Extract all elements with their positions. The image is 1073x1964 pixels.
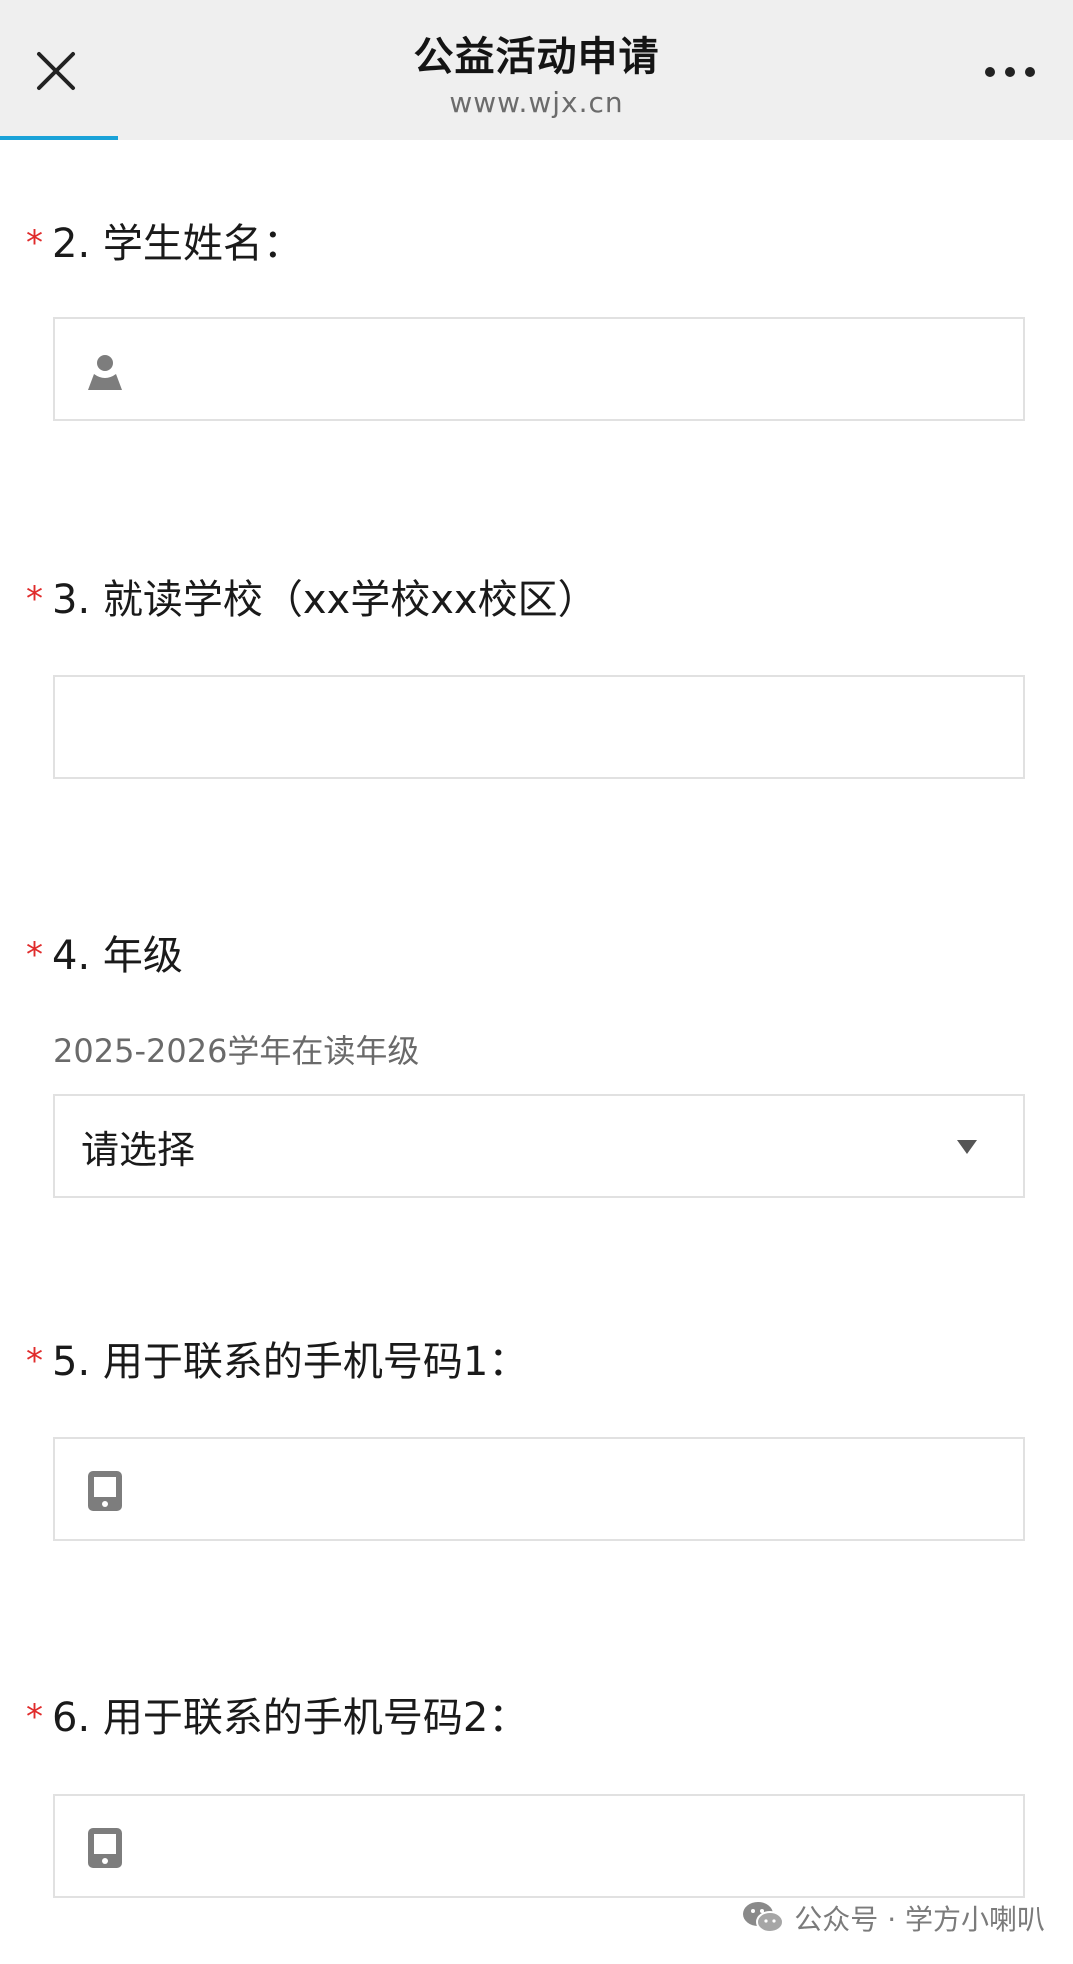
required-mark: * [26, 579, 43, 619]
more-dots-icon [985, 67, 1035, 77]
dropdown-arrow-icon [957, 1140, 977, 1154]
top-bar: 公益活动申请 www.wjx.cn [0, 0, 1073, 140]
more-button[interactable] [975, 44, 1045, 100]
person-icon [83, 349, 127, 393]
grade-select-value: 请选择 [81, 1127, 196, 1172]
progress-bar-fill [0, 136, 119, 140]
phone-2-input[interactable] [53, 1794, 1025, 1898]
question-title: 3. 就读学校（xx学校xx校区） [52, 577, 598, 623]
question-description: 2025-2026学年在读年级 [53, 1032, 420, 1070]
page-title: 公益活动申请 [413, 34, 660, 80]
watermark: 公众号 · 学方小喇叭 [742, 1896, 1045, 1940]
page-url: www.wjx.cn [449, 86, 624, 119]
phone-1-input[interactable] [53, 1437, 1025, 1541]
student-name-input[interactable] [53, 317, 1025, 421]
question-title: 6. 用于联系的手机号码2： [52, 1695, 529, 1741]
grade-select[interactable]: 请选择 [53, 1094, 1025, 1198]
question-label: * 3. 就读学校（xx学校xx校区） [26, 568, 598, 624]
phone-icon [83, 1469, 127, 1513]
progress-bar [0, 136, 1073, 140]
phone-icon [83, 1826, 127, 1870]
required-mark: * [26, 223, 43, 263]
required-mark: * [26, 935, 43, 975]
question-title: 4. 年级 [52, 933, 183, 979]
school-input[interactable] [53, 675, 1025, 779]
question-label: * 6. 用于联系的手机号码2： [26, 1686, 528, 1742]
wechat-icon [743, 1902, 785, 1933]
question-label: * 4. 年级 [26, 924, 183, 980]
question-label: * 5. 用于联系的手机号码1： [26, 1330, 528, 1386]
question-title: 5. 用于联系的手机号码1： [52, 1339, 529, 1385]
required-mark: * [26, 1697, 43, 1737]
watermark-text: 公众号 · 学方小喇叭 [794, 1903, 1045, 1936]
required-mark: * [26, 1341, 43, 1381]
question-title: 2. 学生姓名： [52, 221, 303, 267]
question-label: * 2. 学生姓名： [26, 212, 303, 268]
